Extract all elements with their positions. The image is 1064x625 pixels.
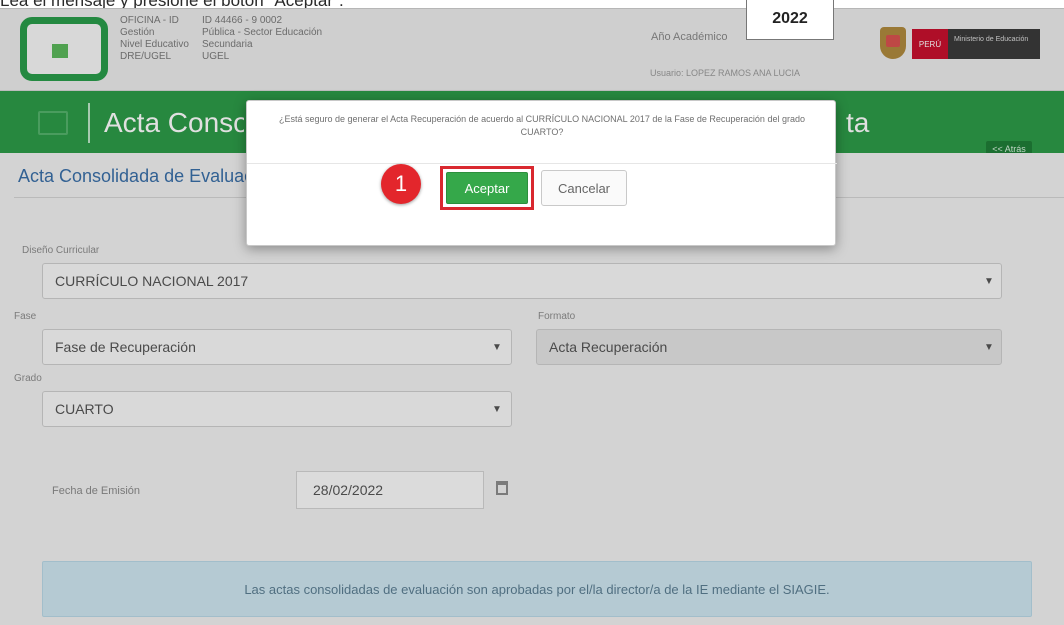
confirm-message: ¿Está seguro de generar el Acta Recupera… [279, 114, 805, 137]
accept-button[interactable]: Aceptar [446, 172, 528, 204]
dialog-divider [247, 163, 837, 164]
highlight-box: Aceptar [440, 166, 534, 210]
academic-year-value: 2022 [746, 0, 834, 40]
tutorial-screenshot: Lea el mensaje y presione el botón "Acep… [0, 0, 1064, 625]
cancel-button[interactable]: Cancelar [541, 170, 627, 206]
step-number-badge: 1 [381, 164, 421, 204]
